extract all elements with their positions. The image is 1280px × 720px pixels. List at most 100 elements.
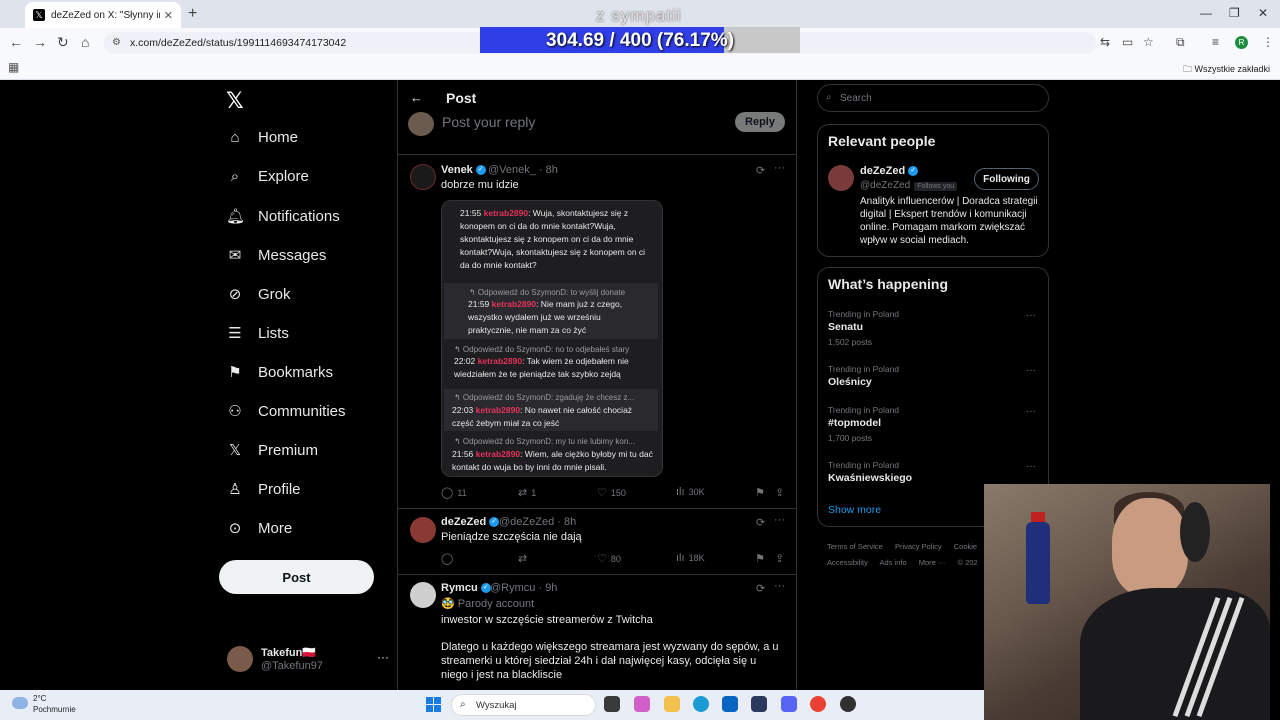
more-dots-icon[interactable]: ···: [377, 650, 389, 664]
media-icon[interactable]: ≡: [1212, 35, 1219, 49]
star-icon[interactable]: ☆: [1143, 35, 1154, 49]
task-view-icon[interactable]: [604, 696, 620, 712]
store-icon[interactable]: [751, 696, 767, 712]
trend-more-icon[interactable]: ···: [1026, 406, 1036, 417]
nav-explore[interactable]: ⌕ Explore: [226, 168, 309, 185]
repost-action[interactable]: ⇄ 1: [518, 486, 536, 499]
discord-icon[interactable]: [781, 696, 797, 712]
nav-home[interactable]: ⌂ Home: [226, 129, 298, 146]
cast-icon[interactable]: ▭: [1122, 35, 1133, 49]
nav-premium[interactable]: 𝕏 Premium: [226, 441, 318, 460]
nav-grok[interactable]: ⊘ Grok: [226, 285, 291, 304]
footer-link[interactable]: Ads info: [880, 558, 907, 567]
trend-name[interactable]: Kwaśniewskiego: [828, 472, 912, 484]
nav-more[interactable]: ⊙ More: [226, 519, 292, 538]
views-action[interactable]: ılı 18K: [676, 552, 705, 564]
x-logo-icon[interactable]: 𝕏: [226, 88, 244, 114]
windows-start-icon[interactable]: [426, 697, 441, 712]
tweet-author[interactable]: Rymcu ✓: [441, 582, 491, 594]
chrome-icon[interactable]: [810, 696, 826, 712]
tweet-more-icon[interactable]: ···: [774, 580, 785, 592]
all-bookmarks[interactable]: 🗀 Wszystkie zakładki: [1183, 62, 1270, 78]
avatar: [408, 112, 434, 136]
like-action[interactable]: ♡ 150: [597, 486, 626, 499]
trend-more-icon[interactable]: ···: [1026, 310, 1036, 321]
maximize-icon[interactable]: ❐: [1229, 6, 1240, 20]
file-explorer-icon[interactable]: [664, 696, 680, 712]
show-more-link[interactable]: Show more: [828, 504, 881, 516]
tweet-author[interactable]: deZeZed ✓: [441, 516, 500, 528]
menu-dots-icon[interactable]: ⋮: [1262, 35, 1274, 49]
share-action[interactable]: ⇪: [775, 552, 788, 565]
tweet-handle: @deZeZed: [499, 516, 555, 528]
tab-close-icon[interactable]: ✕: [164, 9, 173, 22]
trend-name[interactable]: Senatu: [828, 321, 863, 333]
translate-icon[interactable]: ⇆: [1100, 35, 1110, 49]
following-button[interactable]: Following: [974, 168, 1039, 190]
forward-icon[interactable]: →: [33, 34, 47, 50]
back-icon[interactable]: ←: [9, 34, 23, 50]
share-action[interactable]: ⇪: [775, 486, 788, 499]
trend-more-icon[interactable]: ···: [1026, 461, 1036, 472]
reply-input[interactable]: Post your reply: [442, 114, 535, 130]
avatar[interactable]: [828, 165, 854, 191]
back-arrow-icon[interactable]: ←: [410, 90, 423, 105]
tweet-image[interactable]: 21:55 ketrab2890: Wuja, skontaktujesz si…: [441, 200, 663, 477]
trend-name[interactable]: Oleśnicy: [828, 376, 872, 388]
trend-name[interactable]: #topmodel: [828, 417, 881, 429]
tweet-more-icon[interactable]: ···: [774, 162, 785, 174]
grok-explain-icon[interactable]: ⟳: [756, 582, 765, 595]
avatar[interactable]: [410, 164, 436, 190]
bookmark-action[interactable]: ⚑: [755, 486, 769, 499]
avatar[interactable]: [410, 582, 436, 608]
footer-link[interactable]: Accessibility: [827, 558, 868, 567]
reply-action[interactable]: ◯ 11: [441, 486, 467, 499]
post-button[interactable]: Post: [219, 560, 374, 594]
taskbar-search[interactable]: ⌕ Wyszukaj: [451, 694, 596, 716]
cloud-icon[interactable]: [12, 697, 28, 709]
search-input[interactable]: ⌕ Search: [817, 84, 1049, 112]
new-tab-icon[interactable]: +: [188, 5, 197, 23]
repost-action[interactable]: ⇄: [518, 552, 531, 565]
tweet-author[interactable]: Venek ✓: [441, 164, 486, 176]
views-action[interactable]: ılı 30K: [676, 486, 705, 498]
person-name[interactable]: deZeZed ✓: [860, 165, 919, 177]
home-browser-icon[interactable]: ⌂: [81, 34, 89, 50]
share-icon: ⇪: [775, 487, 785, 499]
nav-profile[interactable]: ♙ Profile: [226, 480, 300, 499]
site-info-icon[interactable]: ⚙: [112, 37, 121, 48]
footer-link[interactable]: Terms of Service: [827, 542, 883, 551]
trend-more-icon[interactable]: ···: [1026, 365, 1036, 376]
obs-icon[interactable]: [840, 696, 856, 712]
footer-link[interactable]: Cookie: [954, 542, 977, 551]
profile-avatar[interactable]: R: [1235, 36, 1248, 49]
nav-communities[interactable]: ⚇ Communities: [226, 402, 345, 421]
account-switcher[interactable]: Takefun🇵🇱 @Takefun97 ···: [227, 644, 389, 674]
divider: [398, 508, 796, 509]
footer-link[interactable]: More ···: [919, 558, 946, 567]
outlook-icon[interactable]: [722, 696, 738, 712]
browser-tab[interactable]: 𝕏 deZeZed on X: "Słynny inwesto ✕: [25, 2, 181, 28]
like-action[interactable]: ♡ 80: [597, 552, 621, 565]
avatar[interactable]: [410, 517, 436, 543]
nav-bookmarks[interactable]: ⚑ Bookmarks: [226, 363, 333, 382]
footer-link[interactable]: Privacy Policy: [895, 542, 942, 551]
search-icon: ⌕: [826, 92, 832, 103]
nav-lists[interactable]: ☰ Lists: [226, 324, 289, 343]
tweet-more-icon[interactable]: ···: [774, 514, 785, 526]
edge-icon[interactable]: [693, 696, 709, 712]
nav-messages[interactable]: ✉ Messages: [226, 246, 327, 265]
apps-grid-icon[interactable]: ▦: [8, 60, 19, 74]
copilot-icon[interactable]: [634, 696, 650, 712]
chat-message: 21:59 ketrab2890: Nie mam już z czego, w…: [468, 298, 648, 337]
reload-icon[interactable]: ↻: [57, 34, 69, 51]
grok-explain-icon[interactable]: ⟳: [756, 516, 765, 529]
window-close-icon[interactable]: ✕: [1258, 6, 1268, 20]
reply-action[interactable]: ◯: [441, 552, 457, 565]
minimize-icon[interactable]: —: [1200, 6, 1212, 20]
reply-button[interactable]: Reply: [735, 112, 785, 132]
grok-explain-icon[interactable]: ⟳: [756, 164, 765, 177]
nav-notifications[interactable]: 🔔︎ Notifications: [226, 207, 340, 226]
extensions-icon[interactable]: ⧉: [1176, 35, 1185, 50]
bookmark-action[interactable]: ⚑: [755, 552, 769, 565]
